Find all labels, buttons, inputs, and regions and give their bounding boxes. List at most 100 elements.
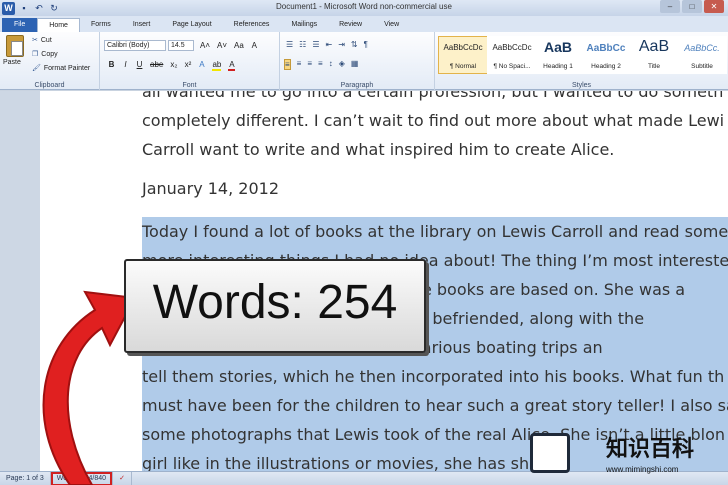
clipboard-group: Paste ✂ Cut ❐ Copy 🖌 Format Painter Clip… <box>0 32 100 90</box>
clear-format-button[interactable]: A <box>251 41 258 50</box>
style-name: Heading 2 <box>591 63 621 70</box>
font-top-tools: A˄ A˅ Aa A <box>200 41 258 50</box>
selected-line: Today I found a lot of books at the libr… <box>142 217 728 246</box>
tab-file[interactable]: File <box>2 18 38 32</box>
selected-line: must have been for the children to hear … <box>142 391 728 420</box>
align-left-icon[interactable]: ≡ <box>284 59 291 70</box>
paste-button[interactable]: Paste <box>3 59 21 66</box>
line-spacing-icon[interactable]: ↕ <box>329 59 333 70</box>
date-heading: January 14, 2012 <box>142 179 279 198</box>
font-group-label: Font <box>182 82 197 89</box>
word-count-callout: Words: 254 <box>124 259 426 353</box>
italic-button[interactable]: I <box>122 60 129 71</box>
borders-icon[interactable]: ▦ <box>351 59 359 70</box>
styles-group: AaBbCcDc ¶ Normal AaBbCcDc ¶ No Spaci...… <box>435 32 728 90</box>
word-window: W ▪ ↶ ↻ Document1 - Microsoft Word non-c… <box>0 0 728 485</box>
paragraph-group: ☰ ☷ ☰ ⇤ ⇥ ⇅ ¶ ≡ ≡ ≡ ≡ ↕ ◈ ▦ Paragraph <box>280 32 435 90</box>
style-name: ¶ Normal <box>449 63 477 70</box>
style-name: Title <box>647 63 661 70</box>
style-heading-2[interactable]: AaBbCc Heading 2 <box>581 36 631 74</box>
style-sample: AaBbCcDc <box>492 43 532 52</box>
paste-icon[interactable] <box>6 35 24 57</box>
list-tools: ☰ ☷ ☰ ⇤ ⇥ ⇅ ¶ <box>286 40 368 49</box>
bold-button[interactable]: B <box>108 60 115 71</box>
window-controls: – □ ✕ <box>660 0 724 13</box>
font-size-select[interactable]: 14.5 <box>168 40 194 51</box>
brush-icon: 🖌 <box>32 65 41 72</box>
tab-references[interactable]: References <box>223 18 281 32</box>
selected-line: tell them stories, which he then incorpo… <box>142 362 728 391</box>
underline-button[interactable]: U <box>136 60 143 71</box>
document-body: all wanted me to go into a certain profe… <box>142 91 728 164</box>
red-arrow-icon <box>42 290 137 485</box>
tab-view[interactable]: View <box>373 18 410 32</box>
style-name: Heading 1 <box>543 63 573 70</box>
window-title: Document1 - Microsoft Word non-commercia… <box>276 2 452 11</box>
style-sample: AaB <box>638 38 670 55</box>
watermark-title: 知识百科 <box>606 437 695 462</box>
style-title[interactable]: AaB Title <box>629 36 679 74</box>
tab-review[interactable]: Review <box>328 18 373 32</box>
align-right-icon[interactable]: ≡ <box>307 59 312 70</box>
font-family-select[interactable]: Calibri (Body) <box>104 40 166 51</box>
font-color-button[interactable]: A <box>228 60 236 71</box>
ribbon-home: Paste ✂ Cut ❐ Copy 🖌 Format Painter Clip… <box>0 32 728 90</box>
title-bar: W ▪ ↶ ↻ Document1 - Microsoft Word non-c… <box>0 0 728 16</box>
decrease-indent-icon[interactable]: ⇤ <box>326 40 333 49</box>
style-no-spacing[interactable]: AaBbCcDc ¶ No Spaci... <box>487 36 537 74</box>
align-center-icon[interactable]: ≡ <box>297 59 302 70</box>
styles-group-label: Styles <box>571 82 592 89</box>
tab-forms[interactable]: Forms <box>80 18 122 32</box>
style-sample: AaBbCcDc <box>443 43 483 52</box>
strikethrough-button[interactable]: abe <box>150 60 163 71</box>
watermark-url: www.mimingshi.com <box>606 465 679 474</box>
format-painter-label: Format Painter <box>43 64 91 72</box>
text-line: completely different. I can’t wait to fi… <box>142 111 725 130</box>
tab-mailings[interactable]: Mailings <box>280 18 328 32</box>
tab-home[interactable]: Home <box>37 18 80 32</box>
ribbon-tabs: File Home Forms Insert Page Layout Refer… <box>0 16 728 32</box>
font-group: Calibri (Body) 14.5 A˄ A˅ Aa A B I U abe… <box>100 32 280 90</box>
numbering-icon[interactable]: ☷ <box>299 40 306 49</box>
multilevel-list-icon[interactable]: ☰ <box>312 40 319 49</box>
text-line: all wanted me to go into a certain profe… <box>142 91 724 101</box>
cut-button[interactable]: ✂ Cut <box>32 36 52 45</box>
style-name: ¶ No Spaci... <box>493 63 531 70</box>
word-count-callout-text: Words: 254 <box>152 276 398 329</box>
minimize-button[interactable]: – <box>660 0 680 13</box>
grow-font-button[interactable]: A˄ <box>200 41 210 50</box>
shading-icon[interactable]: ◈ <box>339 59 345 70</box>
copy-button[interactable]: ❐ Copy <box>32 50 58 59</box>
format-painter-button[interactable]: 🖌 Format Painter <box>32 64 91 73</box>
copy-icon: ❐ <box>32 51 39 58</box>
tab-insert[interactable]: Insert <box>122 18 162 32</box>
show-marks-button[interactable]: ¶ <box>364 40 368 49</box>
font-format-tools: B I U abe x₂ x² A ab A <box>108 60 236 71</box>
highlight-button[interactable]: ab <box>212 60 222 71</box>
subscript-button[interactable]: x₂ <box>170 60 177 71</box>
tab-page-layout[interactable]: Page Layout <box>161 18 222 32</box>
clipboard-group-label: Clipboard <box>34 82 65 89</box>
maximize-button[interactable]: □ <box>682 0 702 13</box>
cut-label: Cut <box>40 36 52 44</box>
text-effects-button[interactable]: A <box>198 60 205 71</box>
style-sample: AaBbCc. <box>684 43 720 53</box>
watermark: 知识百科 www.mimingshi.com <box>522 425 728 485</box>
sort-icon[interactable]: ⇅ <box>351 40 358 49</box>
style-subtitle[interactable]: AaBbCc. Subtitle <box>677 36 727 74</box>
style-heading-1[interactable]: AaB Heading 1 <box>533 36 583 74</box>
style-normal[interactable]: AaBbCcDc ¶ Normal <box>438 36 488 74</box>
align-tools: ≡ ≡ ≡ ≡ ↕ ◈ ▦ <box>284 59 358 70</box>
superscript-button[interactable]: x² <box>184 60 192 71</box>
copy-label: Copy <box>41 50 58 58</box>
close-button[interactable]: ✕ <box>704 0 724 13</box>
text-line: Carroll want to write and what inspired … <box>142 140 615 159</box>
justify-icon[interactable]: ≡ <box>318 59 323 70</box>
shrink-font-button[interactable]: A˅ <box>217 41 227 50</box>
change-case-button[interactable]: Aa <box>234 41 244 50</box>
scissors-icon: ✂ <box>32 37 38 44</box>
increase-indent-icon[interactable]: ⇥ <box>338 40 345 49</box>
bullets-icon[interactable]: ☰ <box>286 40 293 49</box>
style-name: Subtitle <box>691 63 713 70</box>
style-sample: AaB <box>543 39 572 55</box>
